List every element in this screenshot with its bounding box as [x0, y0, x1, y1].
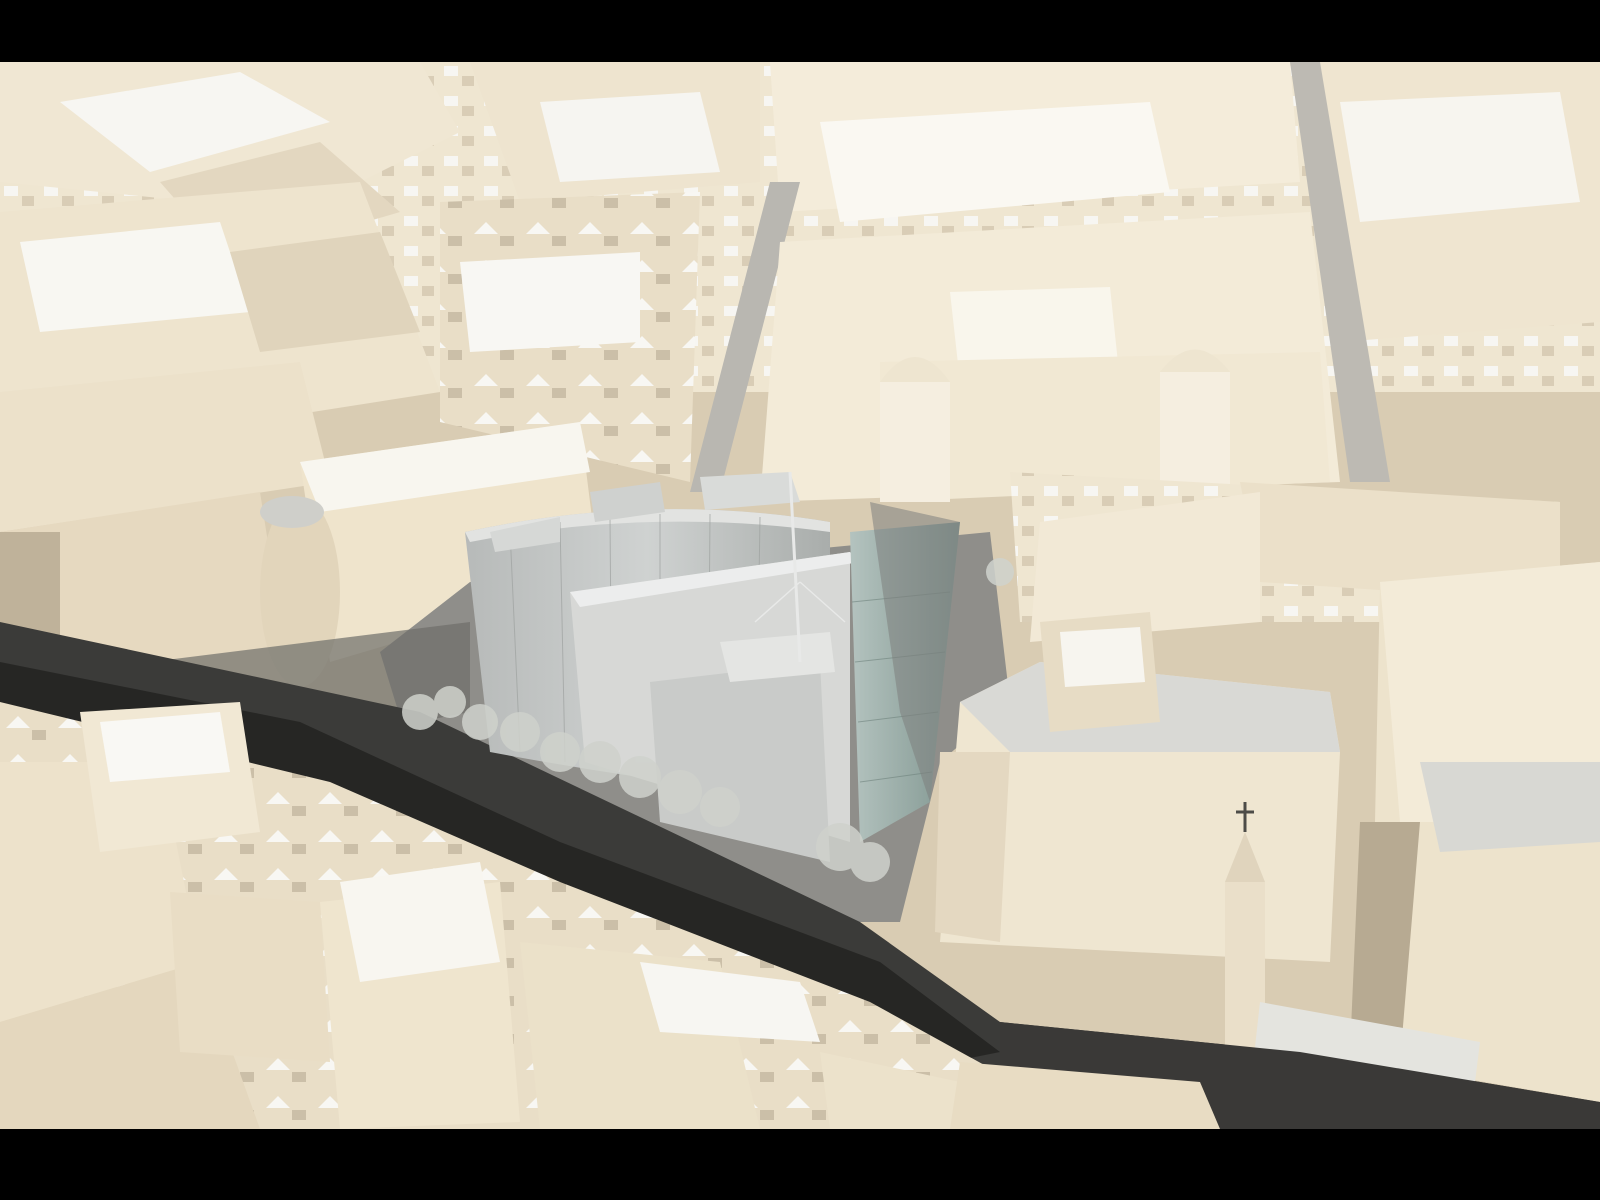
aerial-city-render: [0, 62, 1600, 1129]
domed-terrace-building: [760, 212, 1340, 502]
letterbox-frame: [0, 0, 1600, 1200]
